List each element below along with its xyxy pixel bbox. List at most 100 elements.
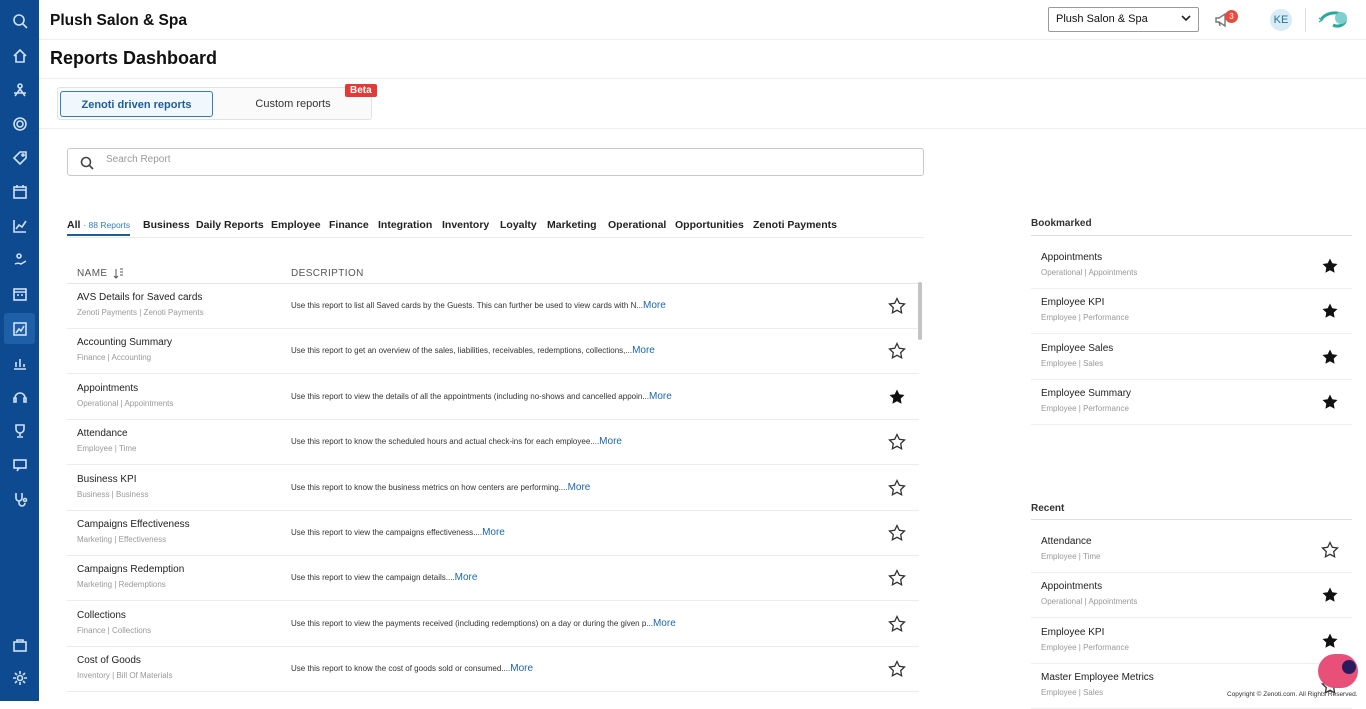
star-outline-icon[interactable]: [1321, 540, 1339, 559]
category-all[interactable]: All · 88 Reports: [67, 219, 131, 236]
analytics-icon[interactable]: [7, 350, 32, 375]
recent-item[interactable]: Attendance Employee | Time: [1031, 528, 1352, 573]
star-filled-icon[interactable]: [888, 388, 906, 406]
category-integration[interactable]: Integration: [378, 219, 432, 231]
trophy-icon[interactable]: [7, 418, 32, 443]
star-filled-icon[interactable]: [1321, 348, 1339, 366]
report-name[interactable]: Attendance: [77, 428, 128, 439]
star-outline-icon[interactable]: [888, 523, 906, 542]
bookmarked-item[interactable]: Employee Summary Employee | Performance: [1031, 380, 1352, 426]
category-business[interactable]: Business: [143, 219, 190, 231]
search-icon[interactable]: [7, 8, 32, 33]
search-input[interactable]: [106, 154, 806, 165]
category-employee[interactable]: Employee: [271, 219, 321, 231]
table-row[interactable]: AVS Details for Saved cards Zenoti Paymen…: [67, 284, 919, 329]
report-name[interactable]: Employee KPI: [1041, 297, 1104, 308]
report-name[interactable]: Employee Sales: [1041, 343, 1113, 354]
table-row[interactable]: Campaigns Effectiveness Marketing | Effec…: [67, 511, 919, 556]
bookmarked-title: Bookmarked: [1031, 218, 1092, 229]
star-outline-icon[interactable]: [888, 433, 906, 451]
chart-up-icon[interactable]: [7, 213, 32, 238]
table-row[interactable]: Campaigns Redemption Marketing | Redempti…: [67, 556, 919, 602]
star-filled-icon[interactable]: [1321, 257, 1339, 275]
headset-icon[interactable]: [7, 384, 32, 409]
scrollbar[interactable]: [918, 282, 922, 340]
user-avatar[interactable]: KE: [1270, 9, 1292, 31]
star-filled-icon[interactable]: [1321, 632, 1339, 650]
star-outline-icon[interactable]: [888, 478, 906, 497]
star-filled-icon[interactable]: [1321, 302, 1339, 320]
report-name[interactable]: Cost of Goods: [77, 655, 141, 666]
recent-item[interactable]: Master Employee Metrics Employee | Sales: [1031, 664, 1352, 709]
more-link[interactable]: More: [653, 618, 676, 629]
report-description-text: Use this report to view the campaign det…: [291, 573, 455, 583]
report-name[interactable]: Campaigns Effectiveness: [77, 519, 190, 530]
more-link[interactable]: More: [649, 391, 672, 402]
more-link[interactable]: More: [643, 300, 666, 311]
settings-icon[interactable]: [7, 665, 32, 690]
report-name[interactable]: AVS Details for Saved cards: [77, 292, 202, 303]
table-row[interactable]: Business KPI Business | Business Use this …: [67, 466, 919, 511]
tab-zenoti-driven-reports[interactable]: Zenoti driven reports: [60, 91, 213, 117]
sort-icon[interactable]: [113, 268, 124, 279]
more-link[interactable]: More: [568, 482, 591, 493]
report-name[interactable]: Appointments: [1041, 252, 1102, 263]
recent-item[interactable]: Appointments Operational | Appointments: [1031, 573, 1352, 619]
table-row[interactable]: Appointments Operational | Appointments Us…: [67, 375, 919, 420]
bookmarked-item[interactable]: Employee Sales Employee | Sales: [1031, 335, 1352, 380]
bookmarked-item[interactable]: Employee KPI Employee | Performance: [1031, 289, 1352, 335]
location-select[interactable]: Plush Salon & Spa: [1048, 7, 1199, 32]
home-icon[interactable]: [7, 43, 32, 68]
star-filled-icon[interactable]: [1321, 586, 1339, 604]
report-name[interactable]: Appointments: [1041, 581, 1102, 592]
report-name[interactable]: Master Employee Metrics: [1041, 672, 1154, 683]
category-marketing[interactable]: Marketing: [547, 219, 597, 231]
recent-item[interactable]: Employee KPI Employee | Performance: [1031, 619, 1352, 664]
report-name[interactable]: Business KPI: [77, 474, 136, 485]
reports-icon[interactable]: [4, 313, 35, 344]
category-operational[interactable]: Operational: [608, 219, 666, 231]
hand-icon[interactable]: [7, 247, 32, 272]
table-row[interactable]: Attendance Employee | Time Use this report…: [67, 420, 919, 466]
table-row[interactable]: Cost of Goods Inventory | Bill Of Materia…: [67, 647, 919, 693]
stethoscope-icon[interactable]: [7, 486, 32, 511]
category-zenoti-payments[interactable]: Zenoti Payments: [753, 219, 837, 231]
star-outline-icon[interactable]: [888, 296, 906, 315]
table-row[interactable]: Collections Finance | Collections Use this…: [67, 602, 919, 647]
report-name[interactable]: Employee Summary: [1041, 388, 1131, 399]
target-icon[interactable]: [7, 111, 32, 136]
report-name[interactable]: Campaigns Redemption: [77, 564, 184, 575]
category-loyalty[interactable]: Loyalty: [500, 219, 537, 231]
more-link[interactable]: More: [510, 663, 533, 674]
report-name[interactable]: Employee KPI: [1041, 627, 1104, 638]
bookmarked-item[interactable]: Appointments Operational | Appointments: [1031, 244, 1352, 289]
category-daily-reports[interactable]: Daily Reports: [196, 219, 264, 231]
star-outline-icon[interactable]: [888, 614, 906, 633]
people-icon[interactable]: [7, 77, 32, 102]
table-row[interactable]: Accounting Summary Finance | Accounting Us…: [67, 329, 919, 375]
column-name-header[interactable]: NAME: [77, 268, 108, 279]
report-name[interactable]: Accounting Summary: [77, 337, 172, 348]
more-link[interactable]: More: [599, 436, 622, 447]
tag-icon[interactable]: [7, 145, 32, 170]
category-opportunities[interactable]: Opportunities: [675, 219, 744, 231]
calendar-icon[interactable]: [7, 179, 32, 204]
more-link[interactable]: More: [455, 572, 478, 583]
category-inventory[interactable]: Inventory: [442, 219, 489, 231]
star-filled-icon[interactable]: [1321, 393, 1339, 411]
store-icon[interactable]: [7, 632, 32, 657]
chat-launcher[interactable]: [1318, 654, 1358, 688]
report-name[interactable]: Attendance: [1041, 536, 1092, 547]
schedule-icon[interactable]: [7, 281, 32, 306]
more-link[interactable]: More: [482, 527, 505, 538]
category-finance[interactable]: Finance: [329, 219, 369, 231]
report-name[interactable]: Collections: [77, 610, 126, 621]
report-name[interactable]: Appointments: [77, 383, 138, 394]
star-outline-icon[interactable]: [888, 569, 906, 587]
star-outline-icon[interactable]: [888, 342, 906, 360]
star-outline-icon[interactable]: [888, 660, 906, 678]
report-description: Use this report to get an overview of th…: [291, 345, 655, 356]
brand-name: Plush Salon & Spa: [50, 12, 187, 29]
more-link[interactable]: More: [632, 345, 655, 356]
messages-icon[interactable]: [7, 452, 32, 477]
